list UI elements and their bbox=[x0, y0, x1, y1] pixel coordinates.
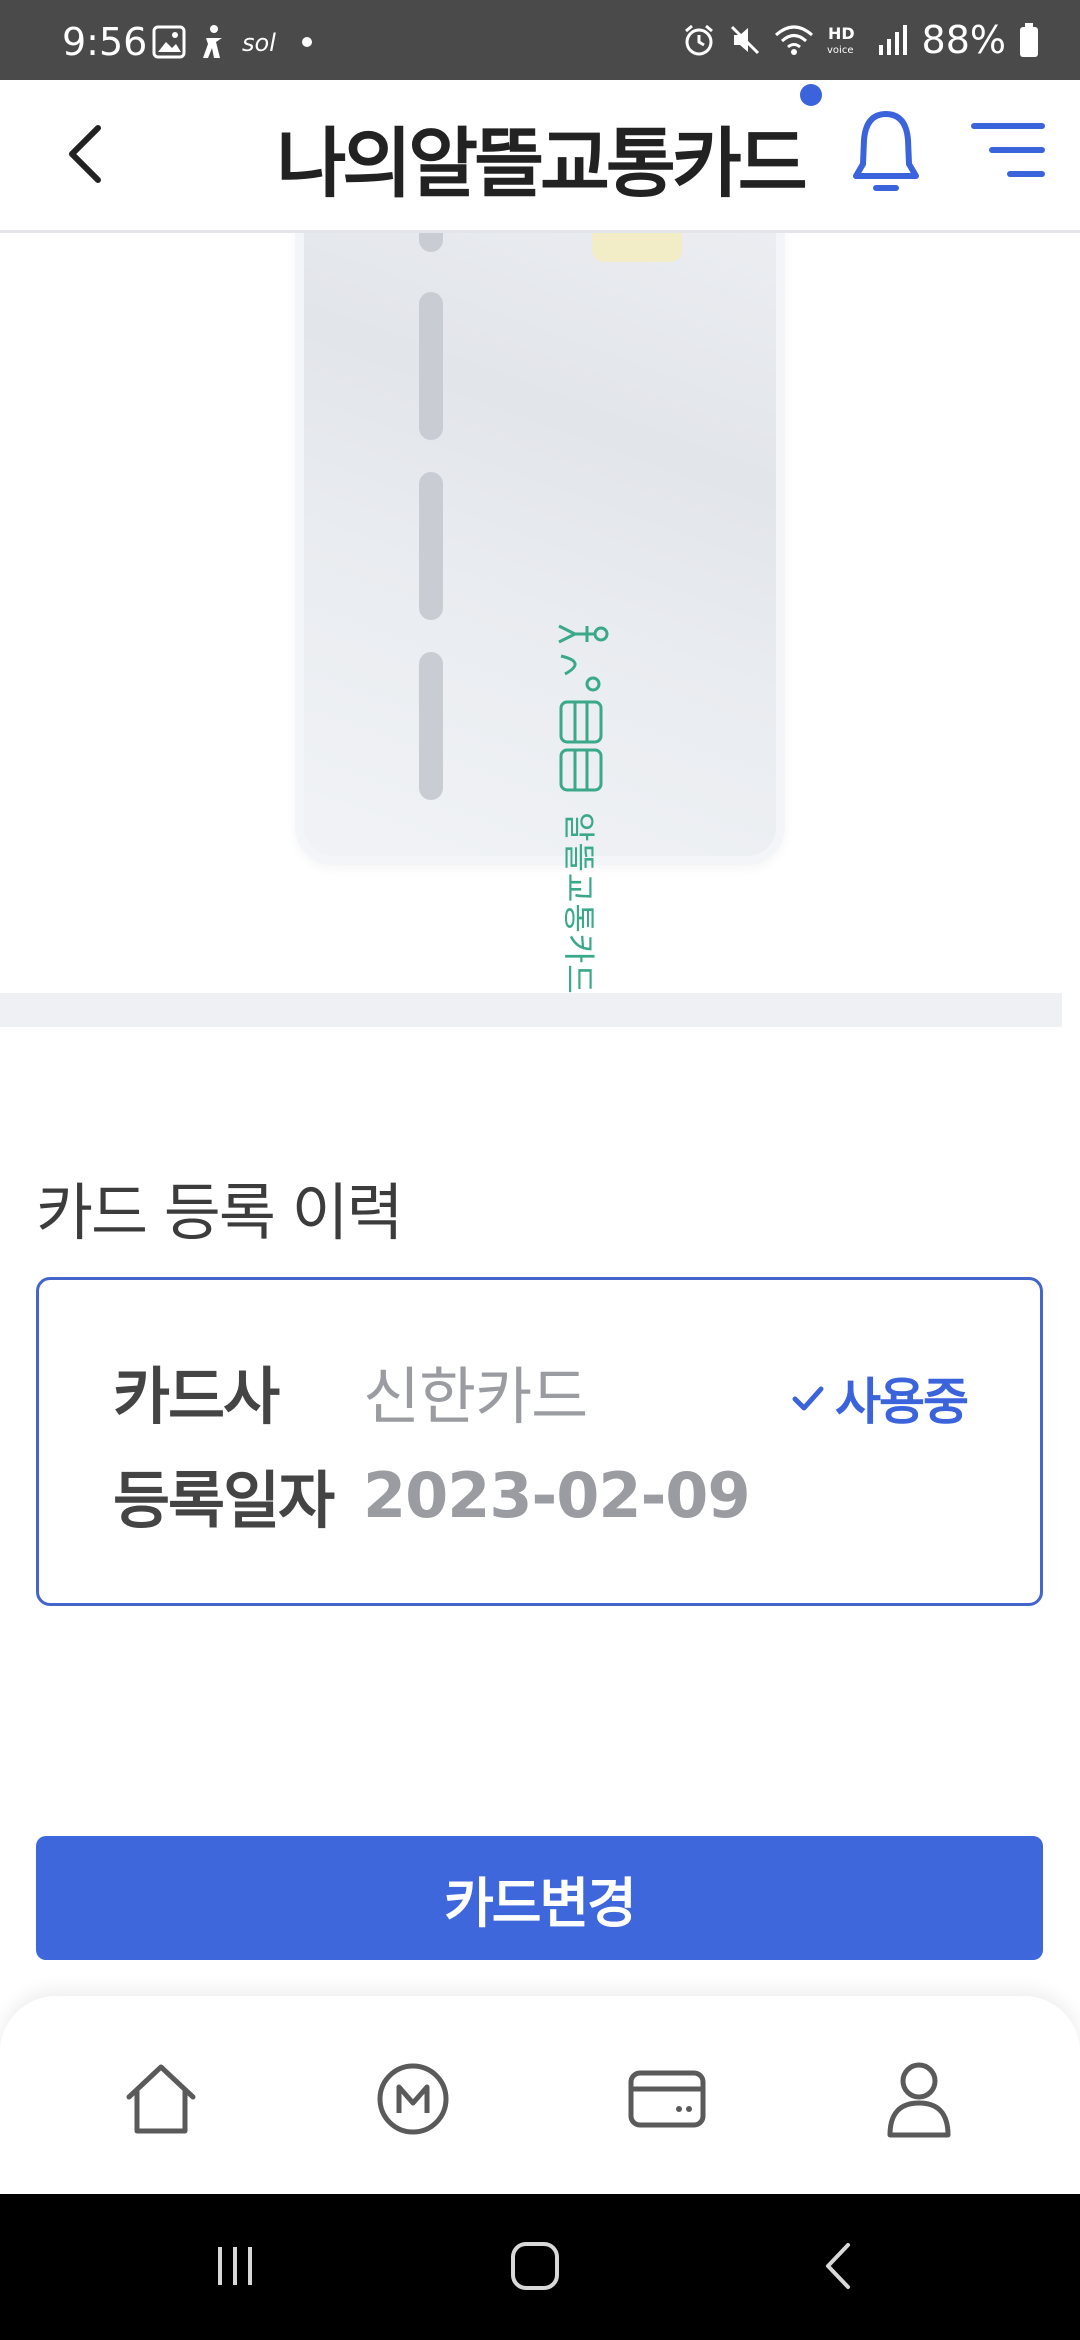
mileage-icon bbox=[377, 2063, 449, 2135]
status-left-icons: sol bbox=[152, 22, 320, 62]
recents-button[interactable] bbox=[200, 2236, 270, 2296]
svg-text:voice: voice bbox=[827, 45, 853, 56]
sol-icon: sol bbox=[242, 29, 276, 57]
card-slot bbox=[419, 292, 443, 440]
accessibility-icon bbox=[203, 25, 222, 58]
company-label: 카드사 bbox=[113, 1360, 280, 1433]
signal-icon bbox=[878, 25, 907, 55]
system-nav bbox=[0, 2194, 1080, 2340]
hd-voice-icon: HD voice bbox=[827, 24, 855, 56]
battery-icon bbox=[1020, 23, 1038, 57]
bottom-nav bbox=[0, 1996, 1080, 2194]
wifi-icon bbox=[774, 25, 813, 55]
card-chip bbox=[592, 233, 682, 262]
battery-percent: 88% bbox=[921, 18, 1006, 62]
back-icon bbox=[826, 2243, 850, 2289]
date-value: 2023-02-09 bbox=[363, 1458, 751, 1532]
card-logo-text: 알뜰교통카드 bbox=[560, 812, 598, 993]
recents-icon bbox=[218, 2247, 252, 2285]
section-divider bbox=[0, 993, 1062, 1027]
section-title: 카드 등록 이력 bbox=[36, 1176, 404, 1249]
bell-icon bbox=[853, 111, 919, 191]
card-area: 알뜰교통카드 + bbox=[0, 233, 1080, 993]
history-card: 카드사 신한카드 등록일자 2023-02-09 사용중 bbox=[36, 1277, 1043, 1606]
status-right: HD voice 88% bbox=[682, 18, 1040, 62]
image-icon bbox=[152, 25, 186, 59]
system-back-button[interactable] bbox=[804, 2236, 874, 2296]
app-header: 나의알뜰교통카드 bbox=[0, 80, 1080, 233]
screen: 9:56 sol HD voice 88% 나의알뜰교통카드 알뜰교통카드 카드… bbox=[0, 0, 1080, 2340]
company-row: 카드사 신한카드 bbox=[113, 1346, 588, 1436]
notification-dot bbox=[800, 84, 822, 106]
date-label: 등록일자 bbox=[113, 1464, 335, 1537]
notification-button[interactable] bbox=[850, 102, 922, 202]
check-icon bbox=[792, 1386, 824, 1411]
card-slot bbox=[419, 472, 443, 620]
svg-text:HD: HD bbox=[828, 24, 855, 43]
dot-icon bbox=[302, 37, 312, 47]
home-icon bbox=[126, 2064, 196, 2134]
menu-button[interactable] bbox=[970, 116, 1046, 186]
company-value: 신한카드 bbox=[363, 1360, 588, 1433]
mute-icon bbox=[730, 25, 759, 55]
nav-home[interactable] bbox=[116, 2054, 206, 2144]
svg-text:sol: sol bbox=[242, 29, 276, 57]
transport-card-image: 알뜰교통카드 + bbox=[295, 233, 785, 993]
change-card-button[interactable]: 카드변경 bbox=[36, 1836, 1043, 1960]
card-logo: 알뜰교통카드 + bbox=[553, 622, 609, 993]
date-row: 등록일자 2023-02-09 bbox=[113, 1450, 751, 1540]
system-home-button[interactable] bbox=[500, 2236, 570, 2296]
alarm-icon bbox=[684, 24, 713, 56]
status-text: 사용중 bbox=[835, 1373, 969, 1431]
nav-mileage[interactable] bbox=[368, 2054, 458, 2144]
bus-people-icon bbox=[558, 624, 609, 792]
card-slot bbox=[419, 233, 443, 252]
home-button-icon bbox=[511, 2242, 559, 2290]
card-icon bbox=[628, 2070, 706, 2128]
status-time: 9:56 bbox=[62, 20, 148, 64]
card-slot bbox=[419, 652, 443, 800]
status-badge: 사용중 bbox=[791, 1362, 969, 1434]
profile-icon bbox=[887, 2062, 951, 2138]
status-bar: 9:56 sol HD voice 88% bbox=[0, 0, 1080, 80]
nav-card[interactable] bbox=[622, 2054, 712, 2144]
nav-profile[interactable] bbox=[874, 2054, 964, 2144]
menu-icon bbox=[971, 123, 1045, 177]
